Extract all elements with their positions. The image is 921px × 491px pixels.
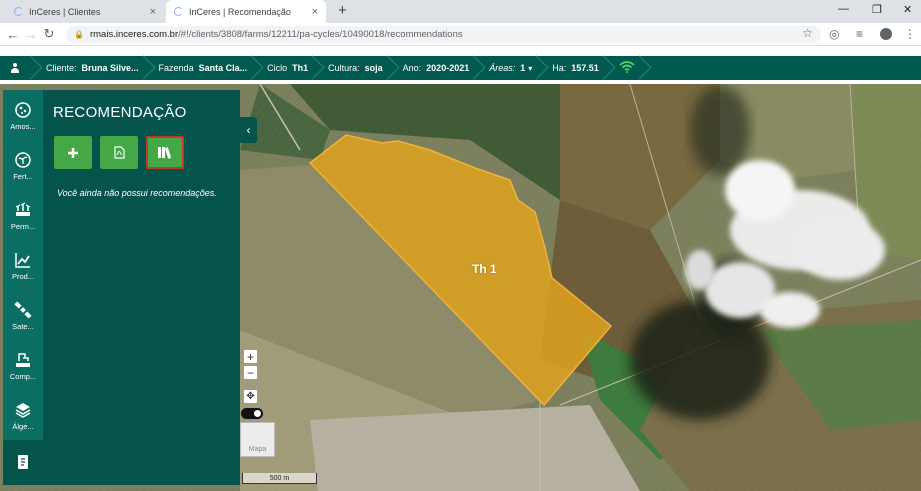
basemap-switcher[interactable]: Mapa <box>240 422 275 457</box>
sidebar-item-algebra[interactable]: Álge... <box>3 390 43 440</box>
compaction-icon <box>16 352 30 367</box>
connection-status <box>609 56 645 80</box>
tab-title: InCeres | Clientes <box>29 6 101 17</box>
loading-icon <box>14 7 23 16</box>
sidebar-item-label: Comp... <box>9 371 37 381</box>
bookmark-star-icon[interactable]: ☆ <box>802 26 813 40</box>
cultura-selector[interactable]: Cultura: soja <box>318 56 393 80</box>
url-path: /#!/clients/3808/farms/12211/pa-cycles/1… <box>178 29 463 40</box>
sidebar-item-recomendacao[interactable] <box>3 440 43 485</box>
new-tab-button[interactable]: + <box>338 2 347 19</box>
module-sidebar: Amos... Fert... Perm... Prod... Sate... … <box>3 90 43 485</box>
scale-bar: 500 m <box>242 473 317 484</box>
ha-display: Ha: 157.51 <box>542 56 609 80</box>
library-books-icon <box>158 147 172 159</box>
sidebar-item-label: Sate... <box>12 321 34 331</box>
areas-value: 1 <box>520 63 526 73</box>
forward-icon[interactable]: → <box>22 27 40 42</box>
ciclo-value: Th1 <box>292 63 309 73</box>
tab-clientes[interactable]: InCeres | Clientes × <box>6 0 164 23</box>
window-close-icon[interactable]: ✕ <box>903 3 912 16</box>
field-label: Th 1 <box>472 262 497 276</box>
fazenda-selector[interactable]: Fazenda Santa Cla... <box>149 56 258 80</box>
panel-title: RECOMENDAÇÃO <box>53 104 187 121</box>
address-bar: ← → ↻ 🔒 rmais.inceres.com.br /#!/clients… <box>0 23 921 46</box>
ciclo-label: Ciclo <box>267 63 288 73</box>
app-header: Cliente: Bruna Silve... Fazenda Santa Cl… <box>0 56 921 80</box>
tab-title: InCeres | Recomendação <box>189 6 291 17</box>
ano-value: 2020-2021 <box>426 63 470 73</box>
back-icon[interactable]: ← <box>4 27 22 42</box>
ano-selector[interactable]: Ano: 2020-2021 <box>393 56 480 80</box>
chevron-down-icon: ▾ <box>528 63 533 73</box>
algebra-icon <box>15 402 31 418</box>
basemap-label: Mapa <box>248 446 267 453</box>
ano-label: Ano: <box>402 63 422 73</box>
sidebar-item-fertilidade[interactable]: Fert... <box>3 140 43 190</box>
cliente-selector[interactable]: Cliente: Bruna Silve... <box>36 56 149 80</box>
tab-recomendacao[interactable]: InCeres | Recomendação × <box>166 0 326 23</box>
sample-icon <box>15 101 31 118</box>
close-tab-icon[interactable]: × <box>312 6 318 18</box>
menu-icon[interactable]: ⋮ <box>904 27 916 41</box>
minimize-icon[interactable]: — <box>838 3 849 15</box>
chevron-left-icon: ‹ <box>246 123 251 137</box>
maximize-icon[interactable]: ❐ <box>872 3 882 16</box>
url-field[interactable]: 🔒 rmais.inceres.com.br /#!/clients/3808/… <box>66 26 821 43</box>
layer-toggle[interactable] <box>241 408 263 419</box>
satellite-icon <box>14 300 32 319</box>
ha-value: 157.51 <box>571 63 599 73</box>
fazenda-value: Santa Cla... <box>198 63 248 73</box>
profile-avatar-icon[interactable] <box>880 28 892 40</box>
user-menu[interactable] <box>0 56 36 80</box>
cultura-value: soja <box>364 63 383 73</box>
close-tab-icon[interactable]: × <box>150 6 156 18</box>
pan-move-icon[interactable]: ✥ <box>243 389 258 404</box>
ha-label: Ha: <box>552 63 567 73</box>
sidebar-item-label: Amos... <box>10 121 36 131</box>
browser-tab-bar: InCeres | Clientes × InCeres | Recomenda… <box>0 0 921 23</box>
extension-icon[interactable]: ◎ <box>829 27 839 41</box>
fazenda-label: Fazenda <box>158 63 194 73</box>
sidebar-item-label: Perm... <box>10 221 36 231</box>
library-button[interactable] <box>146 136 184 169</box>
sidebar-item-label: Fert... <box>13 171 33 181</box>
plus-icon <box>68 147 78 158</box>
cultura-label: Cultura: <box>328 63 360 73</box>
empty-state-message: Você ainda não possui recomendações. <box>57 188 217 198</box>
collapse-panel-button[interactable]: ‹ <box>240 117 257 143</box>
sidebar-item-label: Álge... <box>12 421 34 431</box>
recommendation-icon <box>18 454 28 469</box>
areas-label: Áreas: <box>489 63 516 73</box>
ciclo-selector[interactable]: Ciclo Th1 <box>257 56 318 80</box>
pdf-report-button[interactable] <box>100 136 138 169</box>
url-domain: rmais.inceres.com.br <box>89 29 179 40</box>
lock-icon: 🔒 <box>74 30 84 39</box>
areas-selector[interactable]: Áreas: 1 ▾ <box>479 56 542 80</box>
zoom-out-button[interactable]: − <box>243 365 258 380</box>
sidebar-item-satelite[interactable]: Sate... <box>3 290 43 340</box>
cliente-value: Bruna Silve... <box>81 63 139 73</box>
permission-icon <box>15 201 31 216</box>
sidebar-item-produtividade[interactable]: Prod... <box>3 240 43 290</box>
sidebar-item-compactacao[interactable]: Comp... <box>3 340 43 390</box>
sidebar-item-amostragem[interactable]: Amos... <box>3 90 43 140</box>
recommendation-panel: RECOMENDAÇÃO Você ainda não possui recom… <box>43 90 240 485</box>
sidebar-item-permissao[interactable]: Perm... <box>3 190 43 240</box>
add-recommendation-button[interactable] <box>54 136 92 169</box>
reading-list-icon[interactable]: ≡ <box>856 27 863 41</box>
cliente-label: Cliente: <box>46 63 77 73</box>
productivity-icon <box>15 252 30 268</box>
pdf-file-icon <box>113 146 125 159</box>
loading-icon <box>174 7 183 16</box>
wifi-icon <box>619 60 635 76</box>
user-icon <box>10 63 20 73</box>
zoom-in-button[interactable]: + <box>243 349 258 364</box>
fertility-icon <box>15 151 31 168</box>
sidebar-item-label: Prod... <box>11 271 35 281</box>
reload-icon[interactable]: ↻ <box>40 26 58 42</box>
